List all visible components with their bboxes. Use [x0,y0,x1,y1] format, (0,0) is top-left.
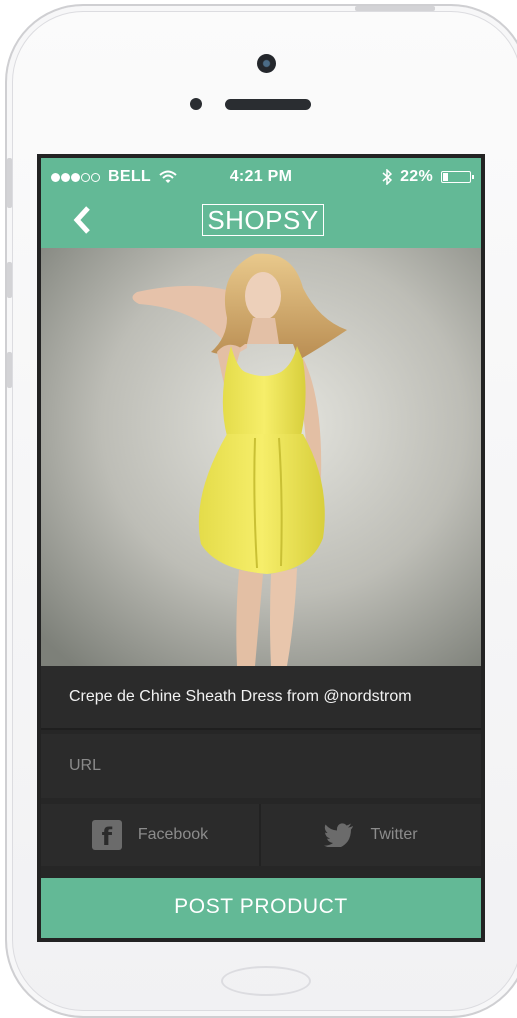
url-input[interactable] [69,757,449,775]
mute-switch [7,158,12,208]
twitter-label: Twitter [370,826,418,843]
product-photo [41,248,481,666]
proximity-sensor [190,98,202,110]
back-button[interactable] [69,204,97,236]
status-bar: BELL 4:21 PM 22% [41,158,481,196]
status-right: 22% [382,168,474,186]
earpiece-speaker [225,99,311,110]
post-product-button[interactable]: POST PRODUCT [41,878,481,938]
twitter-share-button[interactable]: Twitter [261,804,481,866]
share-options: f Facebook Twitter [41,804,481,866]
facebook-share-button[interactable]: f Facebook [41,804,261,866]
product-title[interactable]: Crepe de Chine Sheath Dress from @nordst… [69,688,412,706]
chevron-left-icon [73,206,90,234]
url-field[interactable] [41,734,481,798]
twitter-icon [324,823,354,847]
app-header: BELL 4:21 PM 22% SHOPSY [41,158,481,248]
app-screen: BELL 4:21 PM 22% SHOPSY Crepe de Chine S… [37,154,485,942]
bluetooth-icon [382,169,393,185]
product-title-field[interactable]: Crepe de Chine Sheath Dress from @nordst… [41,666,481,730]
volume-up-button [7,262,12,298]
app-logo: SHOPSY [202,204,324,236]
product-photo-illustration [41,248,481,666]
volume-down-button [7,352,12,388]
battery-icon [441,171,474,183]
facebook-icon: f [91,820,122,850]
power-button [355,6,435,11]
front-camera [257,54,276,73]
facebook-label: Facebook [137,826,209,843]
home-button[interactable] [221,966,311,996]
battery-percent: 22% [400,168,433,185]
